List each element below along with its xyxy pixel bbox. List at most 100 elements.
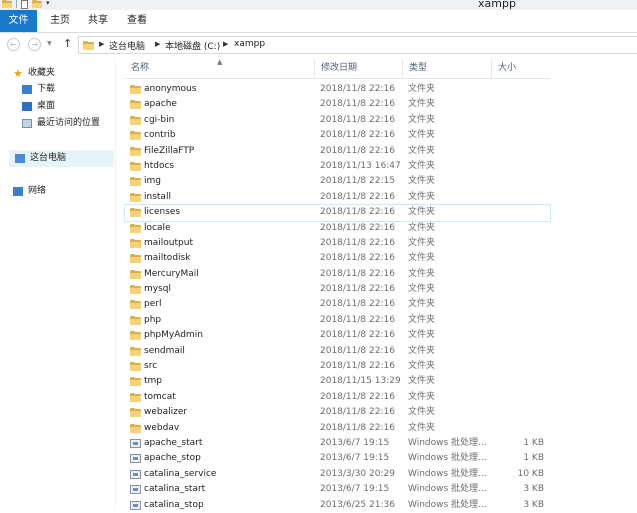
folder-icon bbox=[130, 177, 141, 187]
file-date: 2018/11/8 22:16 bbox=[320, 361, 395, 372]
file-date: 2013/6/7 19:15 bbox=[320, 437, 390, 448]
folder-icon bbox=[130, 346, 141, 356]
file-date: 2018/11/8 22:16 bbox=[320, 284, 395, 295]
file-size: 3 KB bbox=[523, 484, 544, 495]
file-date: 2013/6/25 21:36 bbox=[320, 499, 395, 510]
folder-icon bbox=[130, 285, 141, 295]
batch-file-icon bbox=[130, 438, 141, 448]
file-row[interactable]: apache_stop 2013/6/7 19:15 Windows 批处理... 1… bbox=[125, 451, 550, 466]
nav-network[interactable]: 网络 bbox=[13, 184, 113, 199]
nav-recent[interactable]: 最近访问的位置 bbox=[22, 116, 112, 131]
address-bar[interactable]: ▶ 这台电脑 ▶ 本地磁盘 (C:) ▶ xampp bbox=[78, 36, 637, 54]
file-row[interactable]: sendmail 2018/11/8 22:16 文件夹 bbox=[125, 344, 550, 359]
file-type: 文件夹 bbox=[408, 237, 436, 248]
file-row[interactable]: webdav 2018/11/8 22:16 文件夹 bbox=[125, 421, 550, 436]
nav-desktop[interactable]: 桌面 bbox=[22, 99, 112, 114]
customize-toolbar-icon[interactable]: ▾ bbox=[46, 0, 50, 7]
tab-file[interactable]: 文件 bbox=[0, 10, 37, 32]
file-name: licenses bbox=[144, 207, 181, 218]
nav-favorites[interactable]: ★ 收藏夹 bbox=[13, 66, 113, 81]
file-name: apache_stop bbox=[144, 453, 201, 464]
back-button[interactable]: ← bbox=[7, 38, 20, 51]
column-header-size[interactable]: 大小 bbox=[492, 59, 550, 78]
title-bar: ▾ xampp bbox=[0, 0, 637, 10]
file-name: mailoutput bbox=[144, 237, 193, 248]
chevron-right-icon[interactable]: ▶ bbox=[99, 40, 104, 48]
chevron-right-icon[interactable]: ▶ bbox=[155, 40, 160, 48]
file-row[interactable]: apache_start 2013/6/7 19:15 Windows 批处理...… bbox=[125, 436, 550, 451]
nav-network-label: 网络 bbox=[28, 186, 47, 196]
file-row[interactable]: perl 2018/11/8 22:16 文件夹 bbox=[125, 297, 550, 312]
file-type: 文件夹 bbox=[408, 330, 436, 341]
divider bbox=[16, 0, 17, 8]
file-row[interactable]: mailoutput 2018/11/8 22:16 文件夹 bbox=[125, 236, 550, 251]
folder-icon bbox=[130, 392, 141, 402]
file-type: 文件夹 bbox=[408, 160, 436, 171]
folder-icon bbox=[130, 208, 141, 218]
file-name: phpMyAdmin bbox=[144, 330, 203, 341]
file-list: anonymous 2018/11/8 22:16 文件夹 apache 2018/11… bbox=[124, 82, 551, 513]
recent-locations-icon[interactable]: ▼ bbox=[47, 40, 52, 47]
file-row[interactable]: catalina_service 2013/3/30 20:29 Windows 批… bbox=[125, 467, 550, 482]
file-row[interactable]: locale 2018/11/8 22:16 文件夹 bbox=[125, 221, 550, 236]
file-type: 文件夹 bbox=[408, 284, 436, 295]
file-row[interactable]: catalina_stop 2013/6/25 21:36 Windows 批处理.… bbox=[125, 498, 550, 513]
file-date: 2018/11/8 22:16 bbox=[320, 268, 395, 279]
file-row[interactable]: install 2018/11/8 22:16 文件夹 bbox=[125, 190, 550, 205]
file-name: anonymous bbox=[144, 84, 197, 94]
file-date: 2018/11/13 16:47 bbox=[320, 160, 401, 171]
file-size: 1 KB bbox=[523, 453, 544, 464]
folder-icon bbox=[130, 362, 141, 372]
file-row[interactable]: tomcat 2018/11/8 22:16 文件夹 bbox=[125, 390, 550, 405]
chevron-right-icon[interactable]: ▶ bbox=[223, 40, 228, 48]
file-date: 2018/11/8 22:16 bbox=[320, 222, 395, 233]
file-row[interactable]: licenses 2018/11/8 22:16 文件夹 bbox=[124, 204, 551, 222]
folder-icon[interactable] bbox=[2, 0, 12, 8]
computer-icon bbox=[15, 154, 25, 163]
file-row[interactable]: apache 2018/11/8 22:16 文件夹 bbox=[125, 97, 550, 112]
file-name: sendmail bbox=[144, 345, 185, 356]
forward-button[interactable]: → bbox=[28, 38, 41, 51]
tab-view[interactable]: 查看 bbox=[125, 10, 149, 32]
file-date: 2018/11/15 13:29 bbox=[320, 376, 401, 387]
new-folder-icon[interactable] bbox=[32, 0, 42, 8]
column-header-type[interactable]: 类型 bbox=[403, 59, 492, 78]
breadcrumb-local-disk[interactable]: 本地磁盘 (C:) bbox=[165, 39, 220, 52]
folder-icon bbox=[130, 115, 141, 125]
file-row[interactable]: tmp 2018/11/15 13:29 文件夹 bbox=[125, 374, 550, 389]
column-header-date[interactable]: 修改日期 bbox=[315, 59, 403, 78]
file-row[interactable]: webalizer 2018/11/8 22:16 文件夹 bbox=[125, 405, 550, 420]
file-row[interactable]: anonymous 2018/11/8 22:16 文件夹 bbox=[125, 82, 550, 97]
pane-splitter[interactable] bbox=[115, 58, 116, 510]
file-row[interactable]: img 2018/11/8 22:15 文件夹 bbox=[125, 174, 550, 189]
file-date: 2018/11/8 22:16 bbox=[320, 407, 395, 418]
file-row[interactable]: FileZillaFTP 2018/11/8 22:16 文件夹 bbox=[125, 144, 550, 159]
file-row[interactable]: mailtodisk 2018/11/8 22:16 文件夹 bbox=[125, 251, 550, 266]
file-row[interactable]: mysql 2018/11/8 22:16 文件夹 bbox=[125, 282, 550, 297]
file-row[interactable]: phpMyAdmin 2018/11/8 22:16 文件夹 bbox=[125, 328, 550, 343]
file-type: Windows 批处理... bbox=[408, 437, 487, 448]
file-row[interactable]: src 2018/11/8 22:16 文件夹 bbox=[125, 359, 550, 374]
network-icon bbox=[13, 187, 23, 196]
up-button[interactable]: ↑ bbox=[63, 37, 72, 50]
file-row[interactable]: cgi-bin 2018/11/8 22:16 文件夹 bbox=[125, 113, 550, 128]
file-row[interactable]: php 2018/11/8 22:16 文件夹 bbox=[125, 313, 550, 328]
nav-this-pc[interactable]: 这台电脑 bbox=[9, 150, 114, 167]
column-header-name[interactable]: 名称 ▲ bbox=[125, 58, 315, 78]
file-row[interactable]: contrib 2018/11/8 22:16 文件夹 bbox=[125, 128, 550, 143]
file-row[interactable]: htdocs 2018/11/13 16:47 文件夹 bbox=[125, 159, 550, 174]
folder-icon bbox=[130, 223, 141, 233]
tab-home[interactable]: 主页 bbox=[48, 10, 72, 32]
file-type: Windows 批处理... bbox=[408, 499, 487, 510]
nav-downloads[interactable]: 下载 bbox=[22, 82, 112, 97]
quick-access-toolbar: ▾ bbox=[0, 0, 50, 10]
file-row[interactable]: catalina_start 2013/6/7 19:15 Windows 批处理.… bbox=[125, 482, 550, 497]
file-name: catalina_stop bbox=[144, 499, 204, 510]
breadcrumb-xampp[interactable]: xampp bbox=[234, 39, 265, 49]
folder-icon bbox=[130, 131, 141, 141]
breadcrumb-this-pc[interactable]: 这台电脑 bbox=[109, 39, 145, 52]
nav-desktop-label: 桌面 bbox=[37, 101, 56, 111]
properties-icon[interactable] bbox=[21, 0, 28, 9]
tab-share[interactable]: 共享 bbox=[86, 10, 110, 32]
file-row[interactable]: MercuryMail 2018/11/8 22:16 文件夹 bbox=[125, 267, 550, 282]
